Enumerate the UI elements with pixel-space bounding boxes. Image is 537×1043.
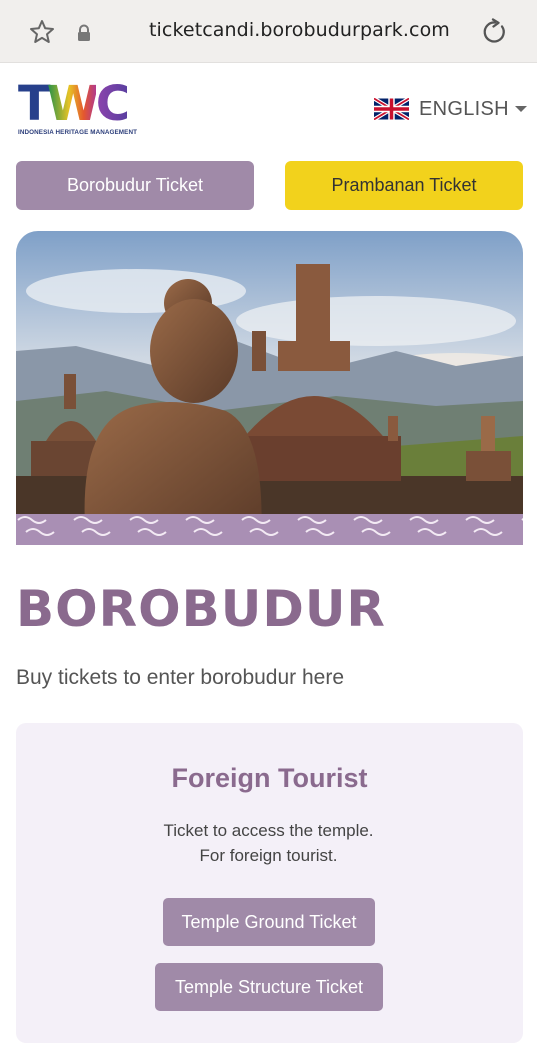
page-title: BOROBUDUR <box>16 580 386 638</box>
url-text[interactable]: ticketcandi.borobudurpark.com <box>149 19 450 41</box>
twc-logo[interactable]: TWC INDONESIA HERITAGE MANAGEMENT <box>18 80 144 140</box>
uk-flag-icon <box>374 98 409 120</box>
logo-letter-w: W <box>46 76 100 132</box>
card-description: Ticket to access the temple. For foreign… <box>0 818 537 868</box>
logo-letter-t: T <box>18 76 51 132</box>
lock-icon <box>78 24 90 41</box>
temple-structure-ticket-button[interactable]: Temple Structure Ticket <box>155 963 383 1011</box>
caret-down-icon <box>514 106 527 112</box>
hero-image <box>16 231 523 545</box>
temple-ground-ticket-button[interactable]: Temple Ground Ticket <box>163 898 375 946</box>
browser-address-bar: ticketcandi.borobudurpark.com <box>0 0 537 63</box>
logo-letter-c: C <box>95 76 131 132</box>
page-subtitle: Buy tickets to enter borobudur here <box>16 666 345 689</box>
star-icon[interactable] <box>28 18 56 46</box>
card-description-line: For foreign tourist. <box>199 846 338 865</box>
language-selector[interactable]: ENGLISH <box>374 95 527 123</box>
borobudur-ticket-button[interactable]: Borobudur Ticket <box>16 161 254 210</box>
logo-subtitle: INDONESIA HERITAGE MANAGEMENT <box>18 129 138 136</box>
language-label: ENGLISH <box>419 97 509 120</box>
logo-letters: TWC <box>18 76 131 132</box>
reload-icon[interactable] <box>482 18 508 46</box>
prambanan-ticket-button[interactable]: Prambanan Ticket <box>285 161 523 210</box>
card-title: Foreign Tourist <box>171 763 368 793</box>
card-description-line: Ticket to access the temple. <box>163 821 374 840</box>
